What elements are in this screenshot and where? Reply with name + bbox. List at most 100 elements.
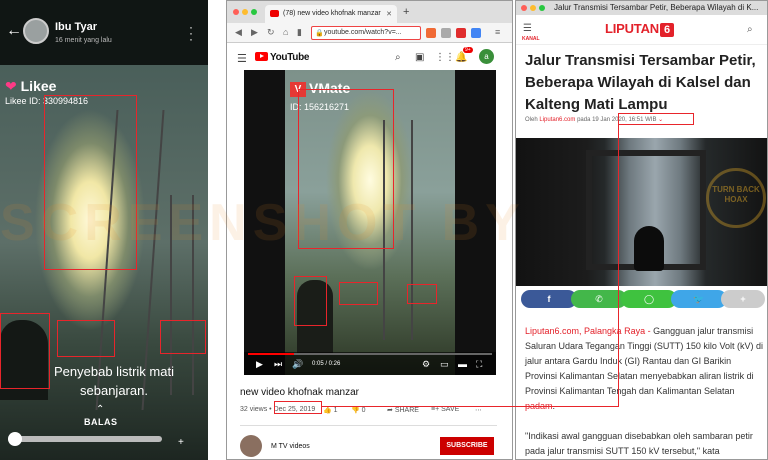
more-share-button[interactable]: +: [721, 290, 765, 308]
extension-m-icon[interactable]: [456, 28, 466, 38]
article-photo: TURN BACK HOAX: [516, 138, 767, 286]
search-icon[interactable]: ⌕: [395, 52, 401, 63]
volume-icon[interactable]: 🔊: [292, 359, 303, 370]
story-video-frame: [0, 65, 208, 460]
story-progress-slider[interactable]: [8, 436, 162, 442]
more-icon[interactable]: ⋯: [475, 406, 482, 414]
channel-name[interactable]: M TV videos: [271, 443, 310, 450]
time-display: 0:05 / 0:26: [312, 361, 341, 367]
lock-icon: 🔒: [315, 30, 324, 37]
share-button[interactable]: ➦ SHARE: [387, 406, 419, 414]
back-icon[interactable]: ◀: [235, 27, 242, 38]
slider-knob[interactable]: [8, 432, 22, 446]
user-avatar[interactable]: a: [479, 49, 494, 64]
liputan6-header: ☰ KANAL LIPUTAN 6 ⌕: [516, 15, 767, 45]
save-button[interactable]: ≡+ SAVE: [431, 406, 459, 413]
browser-tabbar: (78) new video khofnak manzar ✕ +: [227, 1, 512, 23]
reload-icon[interactable]: ↻: [267, 27, 275, 38]
maximize-window-icon[interactable]: [251, 9, 257, 15]
person-silhouette: [634, 226, 664, 271]
padam-link[interactable]: padam: [525, 401, 553, 411]
close-window-icon[interactable]: [521, 5, 527, 11]
bookmark-icon[interactable]: ▮: [297, 27, 302, 38]
upload-date: Dec 25, 2019: [273, 406, 316, 413]
video-meta: 32 views • Dec 25, 2019: [240, 406, 316, 413]
heart-icon: ❤: [5, 78, 17, 94]
liputan6-article-panel: Jalur Transmisi Tersambar Petir, Beberap…: [515, 0, 768, 460]
miniplayer-icon[interactable]: ▭: [440, 359, 449, 370]
likee-logo: ❤ Likee: [5, 78, 57, 94]
youtube-logo[interactable]: YouTube: [255, 52, 310, 63]
brave-shield-icon[interactable]: [426, 28, 436, 38]
next-icon[interactable]: ⏭: [274, 359, 282, 370]
line-share-button[interactable]: ◯: [621, 290, 677, 308]
new-tab-icon[interactable]: +: [403, 6, 409, 18]
source-link[interactable]: Liputan6.com, Palangka Raya -: [525, 326, 651, 336]
vmate-watermark: V VMate: [290, 80, 350, 97]
window-titlebar: Jalur Transmisi Tersambar Petir, Beberap…: [516, 1, 767, 15]
progress-bar[interactable]: [248, 353, 492, 355]
play-icon[interactable]: ▶: [256, 359, 263, 370]
browser-menu-icon[interactable]: ≡: [495, 27, 500, 37]
notifications-bell-icon[interactable]: 🔔: [455, 52, 467, 63]
facebook-share-button[interactable]: f: [521, 290, 577, 308]
reply-button[interactable]: BALAS: [84, 417, 118, 427]
player-controls: ▶ ⏭ 🔊 0:05 / 0:26 ⚙ ▭ ▬ ⛶: [244, 352, 496, 375]
twitter-share-button[interactable]: 🐦: [671, 290, 727, 308]
theater-mode-icon[interactable]: ▬: [458, 359, 467, 369]
search-icon[interactable]: ⌕: [747, 24, 753, 35]
article-byline: Oleh Liputan6.com pada 19 Jan 2020, 16:5…: [525, 117, 664, 123]
home-icon[interactable]: ⌂: [283, 27, 288, 37]
translate-icon[interactable]: [471, 28, 481, 38]
person-silhouette: [297, 280, 333, 355]
hamburger-menu-icon[interactable]: ☰: [237, 52, 247, 65]
back-arrow-icon[interactable]: ←: [6, 22, 22, 40]
forward-icon[interactable]: ▶: [251, 27, 258, 38]
window-title: Jalur Transmisi Tersambar Petir, Beberap…: [554, 3, 759, 12]
article-date: 19 Jan 2020, 16:51 WIB: [592, 117, 657, 123]
extension-icon[interactable]: [441, 28, 451, 38]
vmate-id: ID: 156216271: [290, 102, 350, 112]
close-tab-icon[interactable]: ✕: [386, 10, 392, 18]
tab-youtube[interactable]: (78) new video khofnak manzar ✕: [265, 5, 397, 23]
likee-id: Likee ID: 330994816: [5, 96, 89, 106]
liputan6-logo[interactable]: LIPUTAN 6: [605, 21, 674, 37]
subscribe-button[interactable]: SUBSCRIBE: [440, 437, 494, 455]
chevron-down-icon[interactable]: ⌄: [658, 117, 663, 123]
channel-avatar[interactable]: [240, 435, 262, 457]
more-options-icon[interactable]: · · ·: [189, 21, 193, 45]
close-window-icon[interactable]: [233, 9, 239, 15]
fullscreen-icon[interactable]: ⛶: [476, 359, 482, 370]
chevron-up-icon: ⌃: [96, 404, 105, 415]
article-paragraph: Liputan6.com, Palangka Raya - Gangguan j…: [525, 326, 763, 411]
address-bar: ◀ ▶ ↻ ⌂ ▮ 🔒 youtube.com/watch?v=... ≡: [227, 23, 512, 43]
plus-icon[interactable]: +: [178, 437, 184, 448]
dislike-button[interactable]: 👎 0: [351, 406, 366, 414]
video-title: new video khofnak manzar: [240, 387, 359, 398]
screenshot-watermark: SCREENSHOT BY: [0, 194, 526, 252]
apps-grid-icon[interactable]: ⋮⋮: [435, 52, 455, 63]
like-button[interactable]: 👍 1: [323, 406, 338, 414]
avatar[interactable]: [23, 18, 49, 44]
youtube-header: ☰ YouTube ⌕ ▣ ⋮⋮ 🔔 9+ a: [227, 44, 512, 70]
notification-badge: 9+: [463, 47, 473, 53]
story-username: Ibu Tyar: [55, 21, 97, 33]
story-time: 16 menit yang lalu: [55, 37, 112, 44]
maximize-window-icon[interactable]: [539, 5, 545, 11]
settings-gear-icon[interactable]: ⚙: [422, 359, 430, 370]
youtube-favicon-icon: [270, 10, 279, 17]
minimize-window-icon[interactable]: [242, 9, 248, 15]
article-headline: Jalur Transmisi Tersambar Petir, Beberap…: [525, 52, 756, 113]
article-paragraph: "Indikasi awal gangguan disebabkan oleh …: [525, 431, 753, 456]
whatsapp-share-button[interactable]: ✆: [571, 290, 627, 308]
play-logo-icon: [255, 52, 268, 61]
create-video-icon[interactable]: ▣: [415, 52, 424, 63]
minimize-window-icon[interactable]: [530, 5, 536, 11]
comparison-collage: ← Ibu Tyar 16 menit yang lalu · · · ❤ Like…: [0, 0, 768, 460]
url-input[interactable]: 🔒 youtube.com/watch?v=...: [311, 26, 421, 40]
kanal-label[interactable]: KANAL: [522, 36, 540, 42]
divider: [240, 425, 497, 426]
story-caption: Penyebab listrik mati sebanjaran.: [54, 364, 174, 398]
turn-back-hoax-stamp: TURN BACK HOAX: [706, 168, 766, 228]
hamburger-menu-icon[interactable]: ☰: [523, 23, 532, 34]
